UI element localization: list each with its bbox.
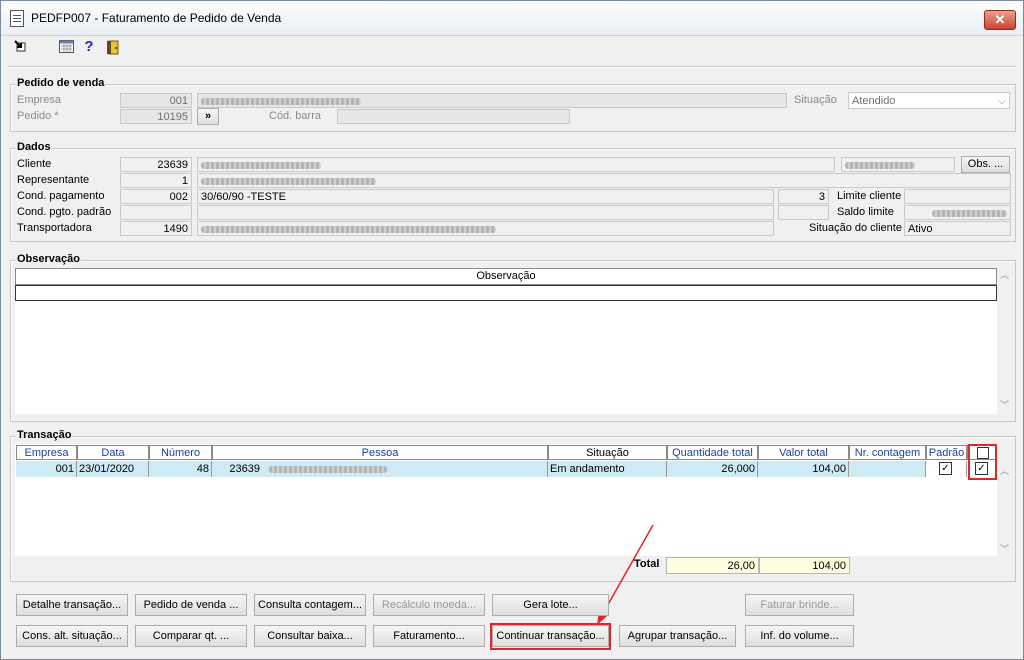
calendar-icon[interactable] [59, 40, 74, 54]
continuar-transacao-highlight [490, 623, 611, 650]
situacao-cliente-field: Ativo [904, 221, 1011, 236]
padrao-checkbox[interactable]: ✓ [939, 462, 952, 475]
row-situacao: Em andamento [548, 461, 667, 477]
obs-button[interactable]: Obs. ... [961, 156, 1010, 173]
situacao-cliente-label: Situação do cliente [809, 222, 902, 234]
column-header-situacao[interactable]: Situação [548, 445, 667, 460]
detalhe-transacao-button[interactable]: Detalhe transação... [16, 594, 128, 616]
column-header-empresa[interactable]: Empresa [16, 445, 77, 460]
situacao-select[interactable]: Atendido ⌵ [848, 92, 1010, 109]
representante-name-field [197, 173, 1011, 188]
title-bar: PEDFP007 - Faturamento de Pedido de Vend… [1, 1, 1023, 36]
cons-alt-situacao-button[interactable]: Cons. alt. situação... [16, 625, 128, 647]
dados-section-title: Dados [16, 141, 52, 153]
empresa-field[interactable]: 001 [120, 93, 192, 108]
cod-barra-label: Cód. barra [269, 110, 321, 122]
situacao-value: Atendido [852, 95, 896, 107]
pedido-field[interactable]: 10195 [120, 109, 192, 124]
empresa-name-field [197, 93, 787, 108]
main-window: PEDFP007 - Faturamento de Pedido de Vend… [0, 0, 1024, 660]
scroll-up-icon[interactable]: ︿ [1000, 268, 1009, 281]
inf-do-volume-button[interactable]: Inf. do volume... [745, 625, 854, 647]
row-padrao-cell: ✓ [926, 461, 967, 477]
representante-code-field[interactable]: 1 [120, 173, 192, 188]
help-icon[interactable]: ? [82, 39, 96, 54]
faturamento-button[interactable]: Faturamento... [373, 625, 485, 647]
row-quantidade-total: 26,000 [667, 461, 758, 477]
situacao-label: Situação [794, 94, 837, 106]
cond-pagamento-desc-field: 30/60/90 -TESTE [197, 189, 774, 204]
scroll-down-icon[interactable]: ﹀ [1000, 398, 1009, 411]
select-column-highlight [968, 444, 997, 480]
column-header-valor-total[interactable]: Valor total [758, 445, 849, 460]
cond-pgto-padrao-qty-field [778, 205, 829, 220]
column-header-data[interactable]: Data [77, 445, 149, 460]
scroll-down-icon[interactable]: ﹀ [1000, 542, 1009, 555]
pedido-section-title: Pedido de venda [16, 77, 106, 89]
cliente-doc-field [841, 157, 955, 172]
column-header-padrao[interactable]: Padrão [926, 445, 967, 460]
row-numero: 48 [149, 461, 212, 477]
gera-lote-button[interactable]: Gera lote... [492, 594, 609, 616]
consultar-baixa-button[interactable]: Consultar baixa... [254, 625, 366, 647]
window-title: PEDFP007 - Faturamento de Pedido de Vend… [31, 11, 282, 25]
door-exit-icon[interactable] [106, 40, 120, 55]
document-icon [10, 10, 24, 27]
cond-pgto-padrao-desc-field [197, 205, 774, 220]
row-empresa: 001 [16, 461, 77, 477]
faturar-brinde-button[interactable]: Faturar brinde... [745, 594, 854, 616]
column-header-quantidade-total[interactable]: Quantidade total [667, 445, 758, 460]
jump-button[interactable]: » [197, 108, 219, 125]
pedido-label: Pedido * [17, 110, 59, 122]
observacao-edit-row[interactable] [15, 285, 997, 301]
observacao-grid[interactable]: Observação [15, 268, 997, 414]
cliente-name-field [197, 157, 835, 172]
recalculo-moeda-button[interactable]: Recálculo moeda... [373, 594, 485, 616]
column-header-nr-contagem[interactable]: Nr. contagem [849, 445, 926, 460]
limite-cliente-field [904, 189, 1011, 204]
observacao-column-header: Observação [15, 268, 997, 285]
cond-pagamento-code-field[interactable]: 002 [120, 189, 192, 204]
comparar-qt-button[interactable]: Comparar qt. ... [135, 625, 247, 647]
cond-pagamento-label: Cond. pagamento [17, 190, 105, 202]
transportadora-name-field [197, 221, 774, 236]
saldo-limite-label: Saldo limite [837, 206, 894, 218]
toolbar-separator [9, 66, 1015, 68]
observacao-section-title: Observação [16, 253, 81, 265]
limite-cliente-label: Limite cliente [837, 190, 902, 202]
cond-pgto-padrao-code-field[interactable] [120, 205, 192, 220]
column-header-pessoa[interactable]: Pessoa [212, 445, 548, 460]
row-valor-total: 104,00 [758, 461, 849, 477]
total-quantidade-field: 26,00 [666, 557, 759, 574]
cliente-code-field[interactable]: 23639 [120, 157, 192, 172]
scroll-up-icon[interactable]: ︿ [1000, 464, 1009, 477]
total-valor-field: 104,00 [759, 557, 850, 574]
cod-barra-field[interactable] [337, 109, 570, 124]
row-pessoa-code: 23639 [229, 463, 260, 475]
column-header-numero[interactable]: Número [149, 445, 212, 460]
row-data: 23/01/2020 [77, 461, 149, 477]
cliente-label: Cliente [17, 158, 52, 170]
exit-arrow-icon[interactable] [13, 40, 27, 54]
cond-pgto-padrao-label: Cond. pgto. padrão [17, 206, 112, 218]
transportadora-label: Transportadora [17, 222, 92, 234]
row-pessoa: 23639 [212, 461, 548, 477]
transportadora-code-field[interactable]: 1490 [120, 221, 192, 236]
agrupar-transacao-button[interactable]: Agrupar transação... [619, 625, 736, 647]
consulta-contagem-button[interactable]: Consulta contagem... [254, 594, 366, 616]
cond-pagamento-qty-field: 3 [778, 189, 829, 204]
row-nr-contagem [849, 461, 926, 477]
close-button[interactable]: ✕ [984, 10, 1016, 30]
chevron-down-icon: ⌵ [997, 95, 1006, 107]
transacao-section-title: Transação [16, 429, 73, 441]
saldo-limite-field [904, 205, 1011, 220]
pedido-de-venda-button[interactable]: Pedido de venda ... [135, 594, 247, 616]
empresa-label: Empresa [17, 94, 62, 106]
representante-label: Representante [17, 174, 90, 186]
